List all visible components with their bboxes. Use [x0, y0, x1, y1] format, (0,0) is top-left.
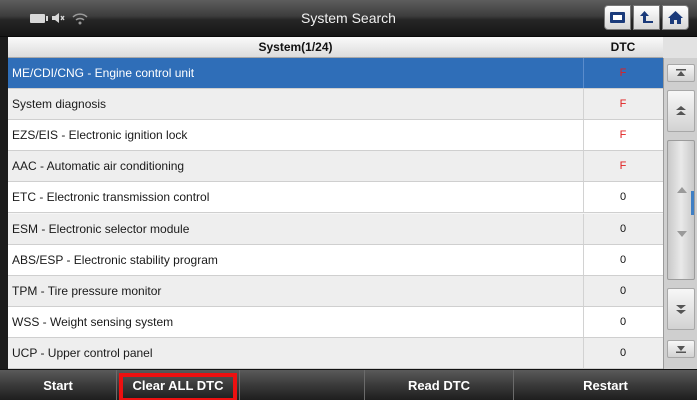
system-name: WSS - Weight sensing system — [12, 314, 174, 329]
scroll-top-button[interactable] — [667, 64, 695, 82]
dtc-status: 0 — [619, 191, 627, 204]
system-name: UCP - Upper control panel — [12, 345, 153, 360]
title-bar: System Search — [0, 0, 697, 37]
table-row[interactable]: AAC - Automatic air conditioning F — [8, 151, 663, 183]
dtc-status: F — [619, 160, 627, 173]
table-row[interactable]: ETC - Electronic transmission control 0 — [8, 182, 663, 214]
home-button[interactable] — [662, 5, 689, 30]
system-list: ME/CDI/CNG - Engine control unit F System … — [8, 58, 663, 369]
table-row[interactable]: System diagnosis F — [8, 89, 663, 121]
title-buttons — [604, 5, 689, 30]
dtc-status: 0 — [619, 222, 627, 235]
column-header-system[interactable]: System(1/24) — [8, 37, 583, 58]
table-row[interactable]: WSS - Weight sensing system 0 — [8, 306, 663, 338]
table-row[interactable]: EZS/EIS - Electronic ignition lock F — [8, 120, 663, 152]
system-name: System diagnosis — [12, 97, 107, 112]
system-name: ME/CDI/CNG - Engine control unit — [12, 66, 195, 80]
dtc-status: F — [619, 67, 627, 79]
system-name: ETC - Electronic transmission control — [12, 190, 210, 205]
start-button[interactable]: Start — [0, 370, 117, 400]
read-dtc-button[interactable]: Read DTC — [365, 370, 514, 400]
chevron-up-icon — [677, 187, 687, 193]
scroll-to-top-icon — [676, 69, 686, 76]
double-chevron-up-icon — [676, 106, 686, 115]
system-name: TPM - Tire pressure monitor — [12, 283, 162, 298]
empty-button[interactable] — [240, 370, 365, 400]
scroll-to-bottom-icon — [676, 346, 686, 353]
page-up-button[interactable] — [667, 90, 695, 132]
clear-all-dtc-button[interactable]: Clear ALL DTC — [117, 370, 240, 400]
table-row[interactable]: ESM - Electronic selector module 0 — [8, 213, 663, 245]
home-icon — [668, 11, 683, 24]
page-down-button[interactable] — [667, 288, 695, 330]
scroll-thumb[interactable] — [667, 140, 695, 280]
column-header-dtc[interactable]: DTC — [583, 37, 663, 58]
button-label: Read DTC — [407, 378, 471, 393]
double-chevron-down-icon — [676, 305, 686, 314]
chevron-down-icon — [677, 231, 687, 237]
header-spacer — [663, 37, 697, 58]
dtc-status: F — [619, 129, 627, 142]
system-name: ESM - Electronic selector module — [12, 221, 190, 236]
dtc-status: 0 — [619, 315, 627, 328]
footer-toolbar: Start Clear ALL DTC Read DTC Restart — [0, 369, 697, 400]
screen-capture-icon — [610, 12, 625, 23]
system-name: AAC - Automatic air conditioning — [12, 159, 185, 174]
table-row[interactable]: ABS/ESP - Electronic stability program 0 — [8, 244, 663, 276]
back-icon — [640, 11, 653, 23]
highlight-box — [119, 373, 237, 400]
restart-button[interactable]: Restart — [514, 370, 697, 400]
table-row[interactable]: UCP - Upper control panel 0 — [8, 337, 663, 369]
table-row[interactable]: ME/CDI/CNG - Engine control unit F — [8, 58, 663, 90]
screen-capture-button[interactable] — [604, 5, 631, 30]
system-name: EZS/EIS - Electronic ignition lock — [12, 128, 188, 143]
system-name: ABS/ESP - Electronic stability program — [12, 252, 218, 267]
dtc-status: 0 — [619, 253, 627, 266]
scroll-bottom-button[interactable] — [667, 340, 695, 358]
page-title: System Search — [301, 10, 396, 26]
dtc-status: 0 — [619, 284, 627, 297]
button-label: Restart — [583, 378, 628, 393]
button-label: Start — [43, 378, 73, 393]
dtc-status: F — [619, 98, 627, 111]
list-header: System(1/24) DTC — [8, 37, 697, 58]
scrollbar[interactable] — [663, 58, 697, 369]
scroll-thumb-grip — [691, 191, 694, 215]
back-button[interactable] — [633, 5, 660, 30]
dtc-status: 0 — [619, 346, 627, 359]
table-row[interactable]: TPM - Tire pressure monitor 0 — [8, 275, 663, 307]
